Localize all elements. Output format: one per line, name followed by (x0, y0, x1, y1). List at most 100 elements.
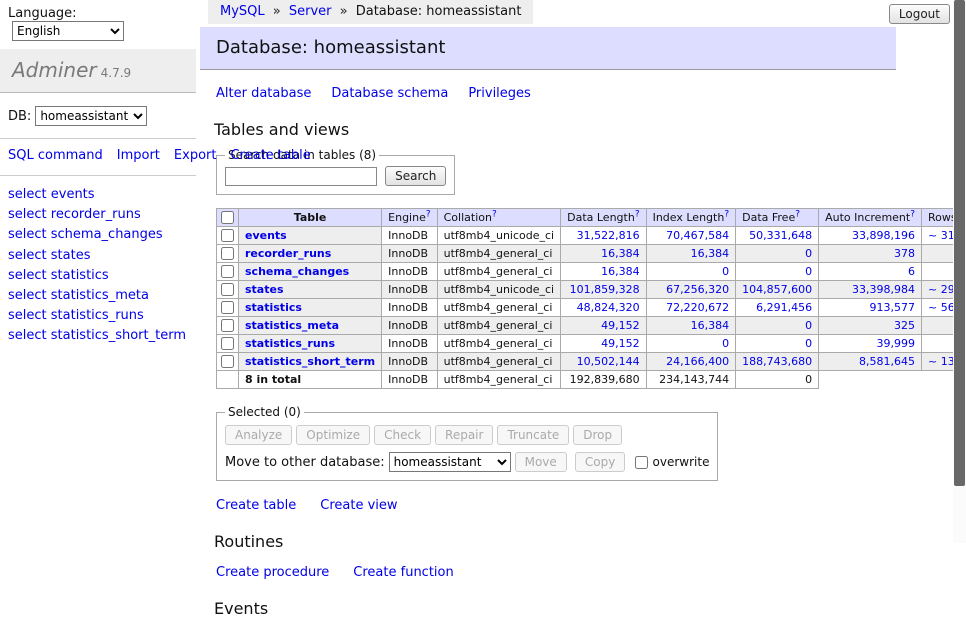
overwrite-checkbox[interactable] (635, 456, 648, 469)
nav-alter-database[interactable]: Alter database (216, 86, 311, 101)
tables-section-title: Tables and views (214, 120, 896, 139)
column-help-link[interactable]: ? (426, 209, 431, 219)
vertical-scrollbar[interactable] (953, 0, 966, 543)
link-create-procedure[interactable]: Create procedure (216, 565, 329, 580)
row-checkbox[interactable] (221, 229, 234, 242)
sidebar-action-sql-command[interactable]: SQL command (8, 148, 103, 163)
scrollbar-thumb[interactable] (954, 0, 965, 486)
column-help-link[interactable]: ? (724, 209, 729, 219)
sidebar-select-statistics-runs[interactable]: select statistics_runs (8, 306, 188, 326)
cell-index-length-link[interactable]: 16,384 (691, 247, 730, 260)
cell-data-free-link[interactable]: 50,331,648 (749, 229, 812, 242)
cell-auto-increment-link[interactable]: 8,581,645 (859, 355, 915, 368)
cell-index-length-link[interactable]: 67,256,320 (666, 283, 729, 296)
cell-data-length-link[interactable]: 10,502,144 (577, 355, 640, 368)
app-name: Adminer (12, 58, 97, 82)
sidebar-action-import[interactable]: Import (117, 148, 160, 163)
truncate-button[interactable]: Truncate (497, 425, 569, 445)
app-version[interactable]: 4.7.9 (101, 66, 132, 80)
search-button[interactable]: Search (385, 166, 446, 186)
table-link-statistics[interactable]: statistics (245, 301, 302, 314)
copy-button[interactable]: Copy (575, 452, 625, 472)
row-checkbox[interactable] (221, 319, 234, 332)
sidebar-select-statistics[interactable]: select statistics (8, 266, 188, 286)
link-create-view[interactable]: Create view (320, 498, 397, 513)
language-select[interactable]: English (12, 21, 124, 41)
move-button[interactable]: Move (515, 452, 567, 472)
cell-auto-increment-link[interactable]: 33,898,196 (852, 229, 915, 242)
table-link-events[interactable]: events (245, 229, 287, 242)
drop-button[interactable]: Drop (573, 425, 622, 445)
cell-data-length-link[interactable]: 49,152 (601, 337, 640, 350)
cell-data-free-link[interactable]: 0 (805, 265, 812, 278)
check-button[interactable]: Check (374, 425, 431, 445)
column-help-link[interactable]: ? (635, 209, 640, 219)
row-checkbox[interactable] (221, 301, 234, 314)
cell-auto-increment-link[interactable]: 33,398,984 (852, 283, 915, 296)
link-create-function[interactable]: Create function (353, 565, 453, 580)
cell-data-free-link[interactable]: 188,743,680 (742, 355, 812, 368)
cell-data-free-link[interactable]: 104,857,600 (742, 283, 812, 296)
breadcrumb-link-mysql[interactable]: MySQL (220, 4, 265, 19)
cell-index-length-link[interactable]: 70,467,584 (666, 229, 729, 242)
cell-index-length-link[interactable]: 0 (722, 337, 729, 350)
nav-database-schema[interactable]: Database schema (331, 86, 448, 101)
cell-data-free-link[interactable]: 0 (805, 247, 812, 260)
cell-index-length-link[interactable]: 16,384 (691, 319, 730, 332)
row-checkbox[interactable] (221, 265, 234, 278)
sidebar-action-export[interactable]: Export (174, 148, 217, 163)
repair-button[interactable]: Repair (435, 425, 493, 445)
cell-data-free-link[interactable]: 0 (805, 337, 812, 350)
sidebar-select-statistics-meta[interactable]: select statistics_meta (8, 286, 188, 306)
cell-data-length-link[interactable]: 48,824,320 (577, 301, 640, 314)
cell-auto-increment-link[interactable]: 378 (894, 247, 915, 260)
table-link-schema-changes[interactable]: schema_changes (245, 265, 349, 278)
cell-auto-increment-link[interactable]: 6 (908, 265, 915, 278)
table-link-statistics-runs[interactable]: statistics_runs (245, 337, 335, 350)
cell-index-length-link[interactable]: 24,166,400 (666, 355, 729, 368)
db-select[interactable]: homeassistant (35, 106, 147, 126)
cell-auto-increment: 8,581,645 (819, 353, 922, 371)
link-create-table[interactable]: Create table (216, 498, 296, 513)
table-link-states[interactable]: states (245, 283, 284, 296)
sidebar-action-create-table[interactable]: Create table (230, 148, 310, 163)
nav-privileges[interactable]: Privileges (468, 86, 531, 101)
sidebar-select-states[interactable]: select states (8, 246, 188, 266)
table-body: eventsInnoDButf8mb4_unicode_ci31,522,816… (217, 227, 966, 389)
move-db-select[interactable]: homeassistant (389, 452, 511, 472)
table-link-statistics-meta[interactable]: statistics_meta (245, 319, 339, 332)
cell-data-length-link[interactable]: 16,384 (601, 247, 640, 260)
column-help-link[interactable]: ? (910, 209, 915, 219)
cell-collation: utf8mb4_general_ci (437, 317, 560, 335)
cell-index-length-link[interactable]: 72,220,672 (666, 301, 729, 314)
search-input[interactable] (225, 167, 377, 186)
table-link-statistics-short-term[interactable]: statistics_short_term (245, 355, 375, 368)
row-checkbox[interactable] (221, 355, 234, 368)
sidebar-select-recorder-runs[interactable]: select recorder_runs (8, 205, 188, 225)
cell-data-length-link[interactable]: 16,384 (601, 265, 640, 278)
cell-data-length-link[interactable]: 31,522,816 (577, 229, 640, 242)
row-checkbox[interactable] (221, 337, 234, 350)
table-link-recorder-runs[interactable]: recorder_runs (245, 247, 331, 260)
optimize-button[interactable]: Optimize (296, 425, 370, 445)
cell-auto-increment-link[interactable]: 913,577 (870, 301, 916, 314)
cell-data-free-link[interactable]: 6,291,456 (756, 301, 812, 314)
sidebar-select-statistics-short-term[interactable]: select statistics_short_term (8, 326, 188, 346)
select-all-checkbox[interactable] (221, 211, 234, 224)
sidebar-select-events[interactable]: select events (8, 185, 188, 205)
column-help-link[interactable]: ? (795, 209, 800, 219)
cell-auto-increment-link[interactable]: 325 (894, 319, 915, 332)
row-checkbox[interactable] (221, 247, 234, 260)
cell-auto-increment-link[interactable]: 39,999 (877, 337, 916, 350)
cell-data-length-link[interactable]: 49,152 (601, 319, 640, 332)
cell-data-length-link[interactable]: 101,859,328 (570, 283, 640, 296)
analyze-button[interactable]: Analyze (225, 425, 292, 445)
cell-index-length-link[interactable]: 0 (722, 265, 729, 278)
row-checkbox[interactable] (221, 283, 234, 296)
logout-button[interactable]: Logout (889, 4, 950, 24)
breadcrumb-link-server[interactable]: Server (289, 4, 332, 19)
column-help-link[interactable]: ? (492, 209, 497, 219)
cell-data-free-link[interactable]: 0 (805, 319, 812, 332)
sidebar-select-schema-changes[interactable]: select schema_changes (8, 225, 188, 245)
row-select-cell (217, 245, 239, 263)
